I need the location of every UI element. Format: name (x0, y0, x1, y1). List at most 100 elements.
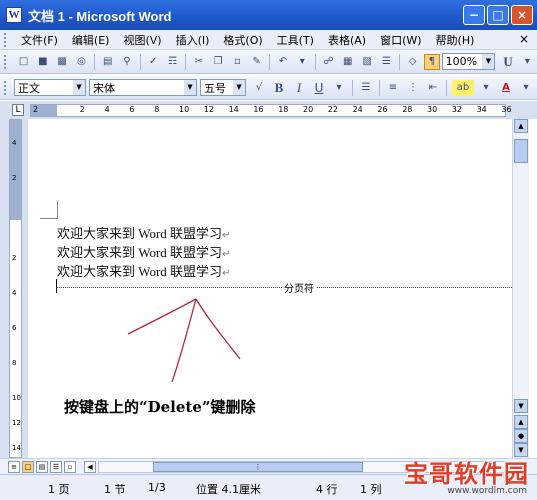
permission-icon[interactable]: ◎ (74, 54, 89, 70)
bold-button[interactable]: B (271, 80, 287, 96)
tab-selector[interactable]: L (12, 104, 24, 116)
research-icon[interactable]: ☶ (165, 54, 180, 70)
font-combo[interactable]: 宋体 ▼ (89, 79, 197, 96)
spelling-icon[interactable]: ✓ (146, 54, 161, 70)
toolbar-separator (139, 53, 141, 70)
menu-file[interactable]: 文件(F) (14, 32, 65, 48)
document-page[interactable]: 欢迎大家来到 Word 联盟学习↵ 欢迎大家来到 Word 联盟学习↵ 欢迎大家… (28, 119, 512, 458)
vertical-ruler-number: 12 (12, 419, 21, 427)
menu-tools[interactable]: 工具(T) (270, 32, 321, 48)
ink-stroke-mid (171, 298, 197, 383)
scroll-down-icon[interactable]: ▼ (514, 399, 528, 413)
scroll-left-icon[interactable]: ◀ (84, 461, 96, 473)
previous-page-icon[interactable]: ▲ (514, 415, 528, 429)
ruler-number: 28 (402, 105, 413, 114)
highlight-button[interactable]: ab (452, 79, 474, 96)
drawing-icon[interactable]: ◇ (405, 54, 420, 70)
outline-view-icon[interactable]: ☰ (50, 461, 62, 473)
size-dropdown-icon[interactable]: ▼ (233, 80, 245, 95)
format-painter-icon[interactable]: ✎ (249, 54, 264, 70)
vertical-ruler-number: 6 (12, 324, 17, 332)
toolbar-grip-icon[interactable] (4, 54, 8, 69)
size-value: 五号 (204, 81, 226, 95)
status-column: 1 列 (360, 483, 382, 496)
menu-grip-icon[interactable] (4, 32, 8, 47)
new-document-icon[interactable]: □ (16, 54, 31, 70)
print-icon[interactable]: ▤ (100, 54, 115, 70)
bullets-icon[interactable]: ⋮ (405, 80, 421, 96)
delete-instruction: 按键盘上的“Delete”键删除 (64, 398, 256, 416)
ruler-number: 34 (476, 105, 487, 114)
ruler-number: 2 (79, 105, 85, 114)
web-layout-view-icon[interactable]: □ (22, 461, 34, 473)
menu-edit[interactable]: 编辑(E) (65, 32, 117, 48)
toolbar-bold-icon[interactable]: U (500, 54, 515, 70)
underline-button[interactable]: U (311, 80, 327, 96)
menu-help[interactable]: 帮助(H) (429, 32, 482, 48)
menu-format[interactable]: 格式(O) (216, 32, 269, 48)
print-preview-icon[interactable]: ⚲ (119, 54, 134, 70)
menu-insert[interactable]: 插入(I) (169, 32, 217, 48)
size-combo[interactable]: 五号 ▼ (200, 79, 246, 96)
columns-icon[interactable]: ☰ (379, 54, 394, 70)
watermark-url: www.wordlm.com (447, 486, 527, 496)
zoom-value: 100% (445, 55, 478, 68)
toolbar-separator (269, 53, 271, 70)
ruler-number: 22 (327, 105, 338, 114)
insert-equation-icon[interactable]: √ (251, 80, 267, 96)
print-layout-view-icon[interactable]: ▤ (36, 461, 48, 473)
ruler-number: 20 (303, 105, 314, 114)
toolbar-grip-icon[interactable] (4, 80, 8, 95)
menu-window[interactable]: 窗口(W) (373, 32, 428, 48)
status-page-of: 1/3 (148, 481, 166, 494)
cut-icon[interactable]: ✂ (191, 54, 206, 70)
normal-view-icon[interactable]: ≡ (8, 461, 20, 473)
vertical-ruler-number: 14 (12, 444, 21, 452)
open-folder-icon[interactable]: ■ (35, 54, 50, 70)
close-button[interactable]: × (511, 5, 533, 25)
ruler-number: 6 (129, 105, 135, 114)
ruler-strip: 2 2 4 6 8 10 12 14 16 18 20 22 24 26 28 30 32 34 36 (30, 104, 512, 117)
vertical-scroll-thumb[interactable] (514, 139, 528, 163)
underline-dropdown-icon[interactable]: ▾ (331, 80, 347, 96)
decrease-indent-icon[interactable]: ⇤ (425, 80, 441, 96)
font-color-button[interactable]: A (498, 80, 514, 96)
restore-button[interactable]: □ (487, 5, 509, 25)
menu-view[interactable]: 视图(V) (116, 32, 168, 48)
reading-layout-view-icon[interactable]: ▫ (64, 461, 76, 473)
undo-dropdown-icon[interactable]: ▾ (295, 54, 310, 70)
ruler-number: 18 (278, 105, 289, 114)
font-color-dropdown-icon[interactable]: ▾ (518, 80, 534, 96)
zoom-combo[interactable]: 100% ▼ (441, 53, 496, 70)
horizontal-scroll-thumb[interactable]: ⋮ (153, 462, 363, 472)
save-icon[interactable]: ▩ (55, 54, 70, 70)
scroll-up-icon[interactable]: ▲ (514, 119, 528, 133)
toolbar-options-icon[interactable]: ▾ (520, 54, 535, 70)
hyperlink-icon[interactable]: ☍ (321, 54, 336, 70)
italic-button[interactable]: I (291, 80, 307, 96)
browse-object-icon[interactable]: ● (514, 429, 528, 443)
paste-icon[interactable]: ▫ (230, 54, 245, 70)
ink-stroke-left (127, 298, 197, 335)
show-hide-icon[interactable]: ¶ (424, 53, 440, 70)
align-justify-icon[interactable]: ☰ (358, 80, 374, 96)
zoom-dropdown-icon[interactable]: ▼ (482, 54, 495, 69)
style-dropdown-icon[interactable]: ▼ (73, 80, 85, 95)
vertical-ruler[interactable]: 4 2 2 4 6 8 10 12 14 (0, 119, 28, 458)
tables-borders-icon[interactable]: ▦ (340, 54, 355, 70)
horizontal-ruler[interactable]: L 2 2 4 6 8 10 12 14 16 18 20 22 24 26 28 30 32 34 36 (0, 101, 537, 119)
style-combo[interactable]: 正文 ▼ (14, 79, 86, 96)
close-document-icon[interactable]: × (519, 32, 529, 46)
vertical-scrollbar[interactable]: ▲ ▼ ▲ ● ▼ (512, 119, 529, 458)
undo-icon[interactable]: ↶ (275, 54, 290, 70)
highlight-dropdown-icon[interactable]: ▾ (478, 80, 494, 96)
copy-icon[interactable]: ❐ (210, 54, 225, 70)
insert-table-icon[interactable]: ▧ (359, 54, 374, 70)
vertical-ruler-strip: 4 2 2 4 6 8 10 12 14 (9, 119, 22, 458)
font-value: 宋体 (93, 81, 115, 95)
minimize-button[interactable]: − (463, 5, 485, 25)
menu-table[interactable]: 表格(A) (321, 32, 373, 48)
status-line: 4 行 (316, 483, 338, 496)
numbering-icon[interactable]: ≡ (385, 80, 401, 96)
font-dropdown-icon[interactable]: ▼ (184, 80, 196, 95)
